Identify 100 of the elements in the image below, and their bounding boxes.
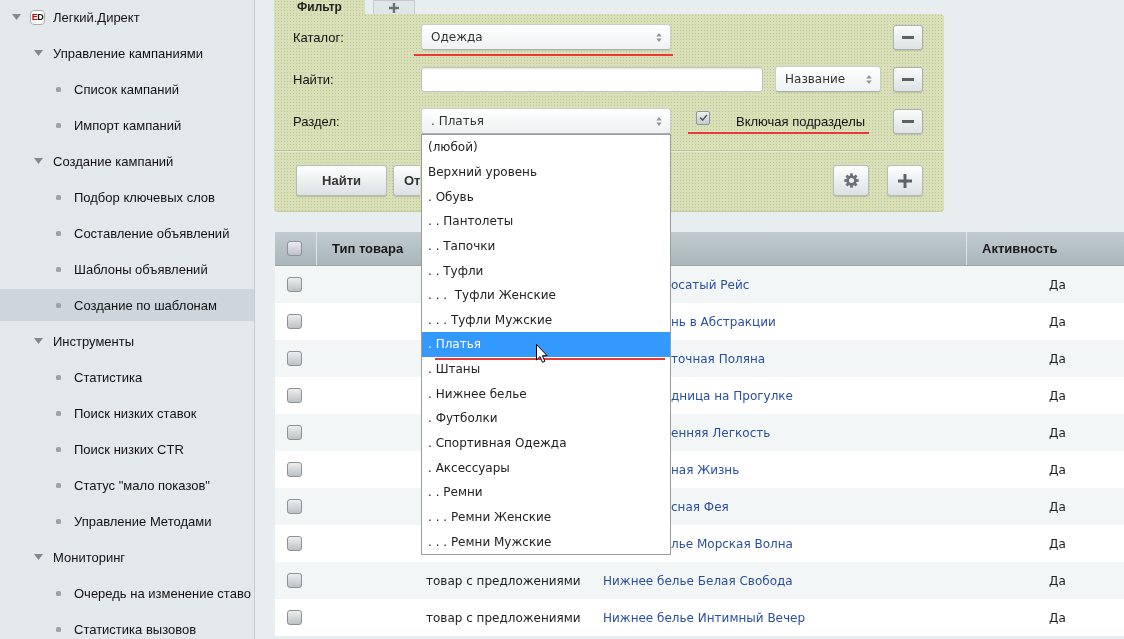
bullet-icon xyxy=(56,230,61,236)
sidebar-item[interactable]: Статус "мало показов" xyxy=(0,469,254,501)
product-link[interactable]: точная Поляна xyxy=(671,351,766,366)
table-cell: Да xyxy=(1049,536,1066,551)
checkbox[interactable] xyxy=(287,536,302,551)
checkbox[interactable] xyxy=(696,110,710,125)
dropdown-option[interactable]: . . Туфли xyxy=(422,258,670,283)
checkbox[interactable] xyxy=(287,499,302,514)
table-cell: товар с предложениями xyxy=(426,610,581,625)
product-link[interactable]: сная Фея xyxy=(671,499,729,514)
checkbox[interactable] xyxy=(287,425,302,440)
sidebar-item[interactable]: Мониторинг xyxy=(0,541,254,573)
select-field[interactable]: Название xyxy=(775,66,881,92)
table-cell: Да xyxy=(1049,277,1066,292)
bullet-icon xyxy=(56,626,61,632)
dropdown-option[interactable]: . . . Ремни Мужские xyxy=(422,529,670,554)
sidebar-item[interactable]: Создание по шаблонам xyxy=(0,289,254,321)
dropdown-option[interactable]: . . . Туфли Мужские xyxy=(422,307,670,333)
checkbox[interactable] xyxy=(287,241,302,256)
sidebar-item[interactable]: Очередь на изменение ставо xyxy=(0,577,254,609)
dropdown-option[interactable]: . Спортивная Одежда xyxy=(422,430,670,456)
sidebar-item[interactable]: Составление объявлений xyxy=(0,217,254,249)
table-cell: Да xyxy=(1049,610,1066,625)
bullet-icon xyxy=(56,194,61,200)
sidebar-item[interactable]: Список кампаний xyxy=(0,73,254,105)
sidebar-item[interactable]: Статистика xyxy=(0,361,254,393)
plus-icon xyxy=(898,173,912,188)
checkbox[interactable] xyxy=(287,314,302,329)
select-field[interactable]: Одежда xyxy=(421,24,671,50)
dropdown-option[interactable]: (любой) xyxy=(422,135,670,160)
sidebar-item[interactable]: Управление кампаниями xyxy=(0,37,254,69)
dropdown-option[interactable]: . . . Туфли Женские xyxy=(422,282,670,308)
checkbox[interactable] xyxy=(287,277,302,292)
select-field[interactable]: . Платья xyxy=(421,108,671,134)
updown-arrows-icon xyxy=(656,32,662,42)
settings-button[interactable] xyxy=(833,165,869,196)
sidebar-item[interactable]: Импорт кампаний xyxy=(0,109,254,141)
updown-arrows-icon xyxy=(656,116,662,126)
sidebar-item[interactable]: Поиск низких CTR xyxy=(0,433,254,465)
product-link[interactable]: лье Морская Волна xyxy=(671,536,793,551)
dropdown-option[interactable]: . Футболки xyxy=(422,406,670,431)
caret-icon[interactable] xyxy=(34,50,43,56)
table-cell: Да xyxy=(1049,462,1066,477)
caret-icon[interactable] xyxy=(34,158,43,164)
sidebar-item[interactable]: Управление Методами xyxy=(0,505,254,537)
sidebar-item[interactable]: Поиск низких ставок xyxy=(0,397,254,429)
dropdown-option[interactable]: . Штаны xyxy=(422,356,670,382)
checkbox-label: Включая подразделы xyxy=(736,113,866,129)
field-label: Каталог: xyxy=(293,29,345,45)
product-link[interactable]: енняя Легкость xyxy=(671,425,771,440)
search-input[interactable] xyxy=(421,66,763,92)
remove-button[interactable] xyxy=(893,24,923,50)
dropdown-option[interactable]: . Нижнее белье xyxy=(422,381,670,407)
add-tab[interactable] xyxy=(373,0,415,14)
table-cell: Да xyxy=(1049,573,1066,588)
filter-tab[interactable]: Фильтр xyxy=(274,0,365,14)
column-header: Тип товара xyxy=(332,241,404,256)
product-link[interactable]: осатый Рейс xyxy=(671,277,750,292)
action-button[interactable]: От xyxy=(393,165,421,196)
sidebar-item[interactable]: ED Легкий.Директ xyxy=(0,1,254,33)
add-button[interactable] xyxy=(887,165,923,196)
bullet-icon xyxy=(56,122,61,128)
plus-icon xyxy=(389,2,399,13)
checkbox[interactable] xyxy=(287,462,302,477)
updown-arrows-icon xyxy=(866,74,872,84)
sidebar-item[interactable]: Шаблоны объявлений xyxy=(0,253,254,285)
caret-icon[interactable] xyxy=(34,554,43,560)
bullet-icon xyxy=(56,86,61,92)
remove-button[interactable] xyxy=(893,108,923,134)
sidebar-item[interactable]: Подбор ключевых слов xyxy=(0,181,254,213)
product-link[interactable]: Нижнее белье Интимный Вечер xyxy=(603,610,806,625)
table-cell: Да xyxy=(1049,499,1066,514)
bullet-icon xyxy=(56,302,61,308)
caret-icon[interactable] xyxy=(12,14,21,20)
action-button[interactable]: Найти xyxy=(296,165,387,196)
dropdown-option[interactable]: . . Тапочки xyxy=(422,233,670,259)
product-link[interactable]: дница на Прогулке xyxy=(671,388,793,403)
remove-button[interactable] xyxy=(893,66,923,92)
sidebar-item[interactable]: Статистика вызовов xyxy=(0,613,254,639)
dropdown-option[interactable]: . Аксессуары xyxy=(422,455,670,480)
table-cell: Да xyxy=(1049,425,1066,440)
table-cell: Да xyxy=(1049,314,1066,329)
table-cell: Да xyxy=(1049,351,1066,366)
dropdown-option[interactable]: . . Ремни xyxy=(422,479,670,505)
product-link[interactable]: Нижнее белье Белая Свобода xyxy=(603,573,793,588)
dropdown-option[interactable]: . Обувь xyxy=(422,184,670,209)
dropdown-option[interactable]: . . Пантолеты xyxy=(422,208,670,234)
dropdown-option[interactable]: Верхний уровень xyxy=(422,159,670,185)
sidebar-item[interactable]: Создание кампаний xyxy=(0,145,254,177)
bullet-icon xyxy=(56,410,61,416)
checkbox[interactable] xyxy=(287,351,302,366)
sidebar-item[interactable]: Инструменты xyxy=(0,325,254,357)
table-cell: Да xyxy=(1049,388,1066,403)
checkbox[interactable] xyxy=(287,610,302,625)
checkbox[interactable] xyxy=(287,573,302,588)
product-link[interactable]: ная Жизнь xyxy=(671,462,740,477)
product-link[interactable]: нь в Абстракции xyxy=(671,314,776,329)
dropdown-option[interactable]: . . . Ремни Женские xyxy=(422,504,670,530)
checkbox[interactable] xyxy=(287,388,302,403)
caret-icon[interactable] xyxy=(34,338,43,344)
